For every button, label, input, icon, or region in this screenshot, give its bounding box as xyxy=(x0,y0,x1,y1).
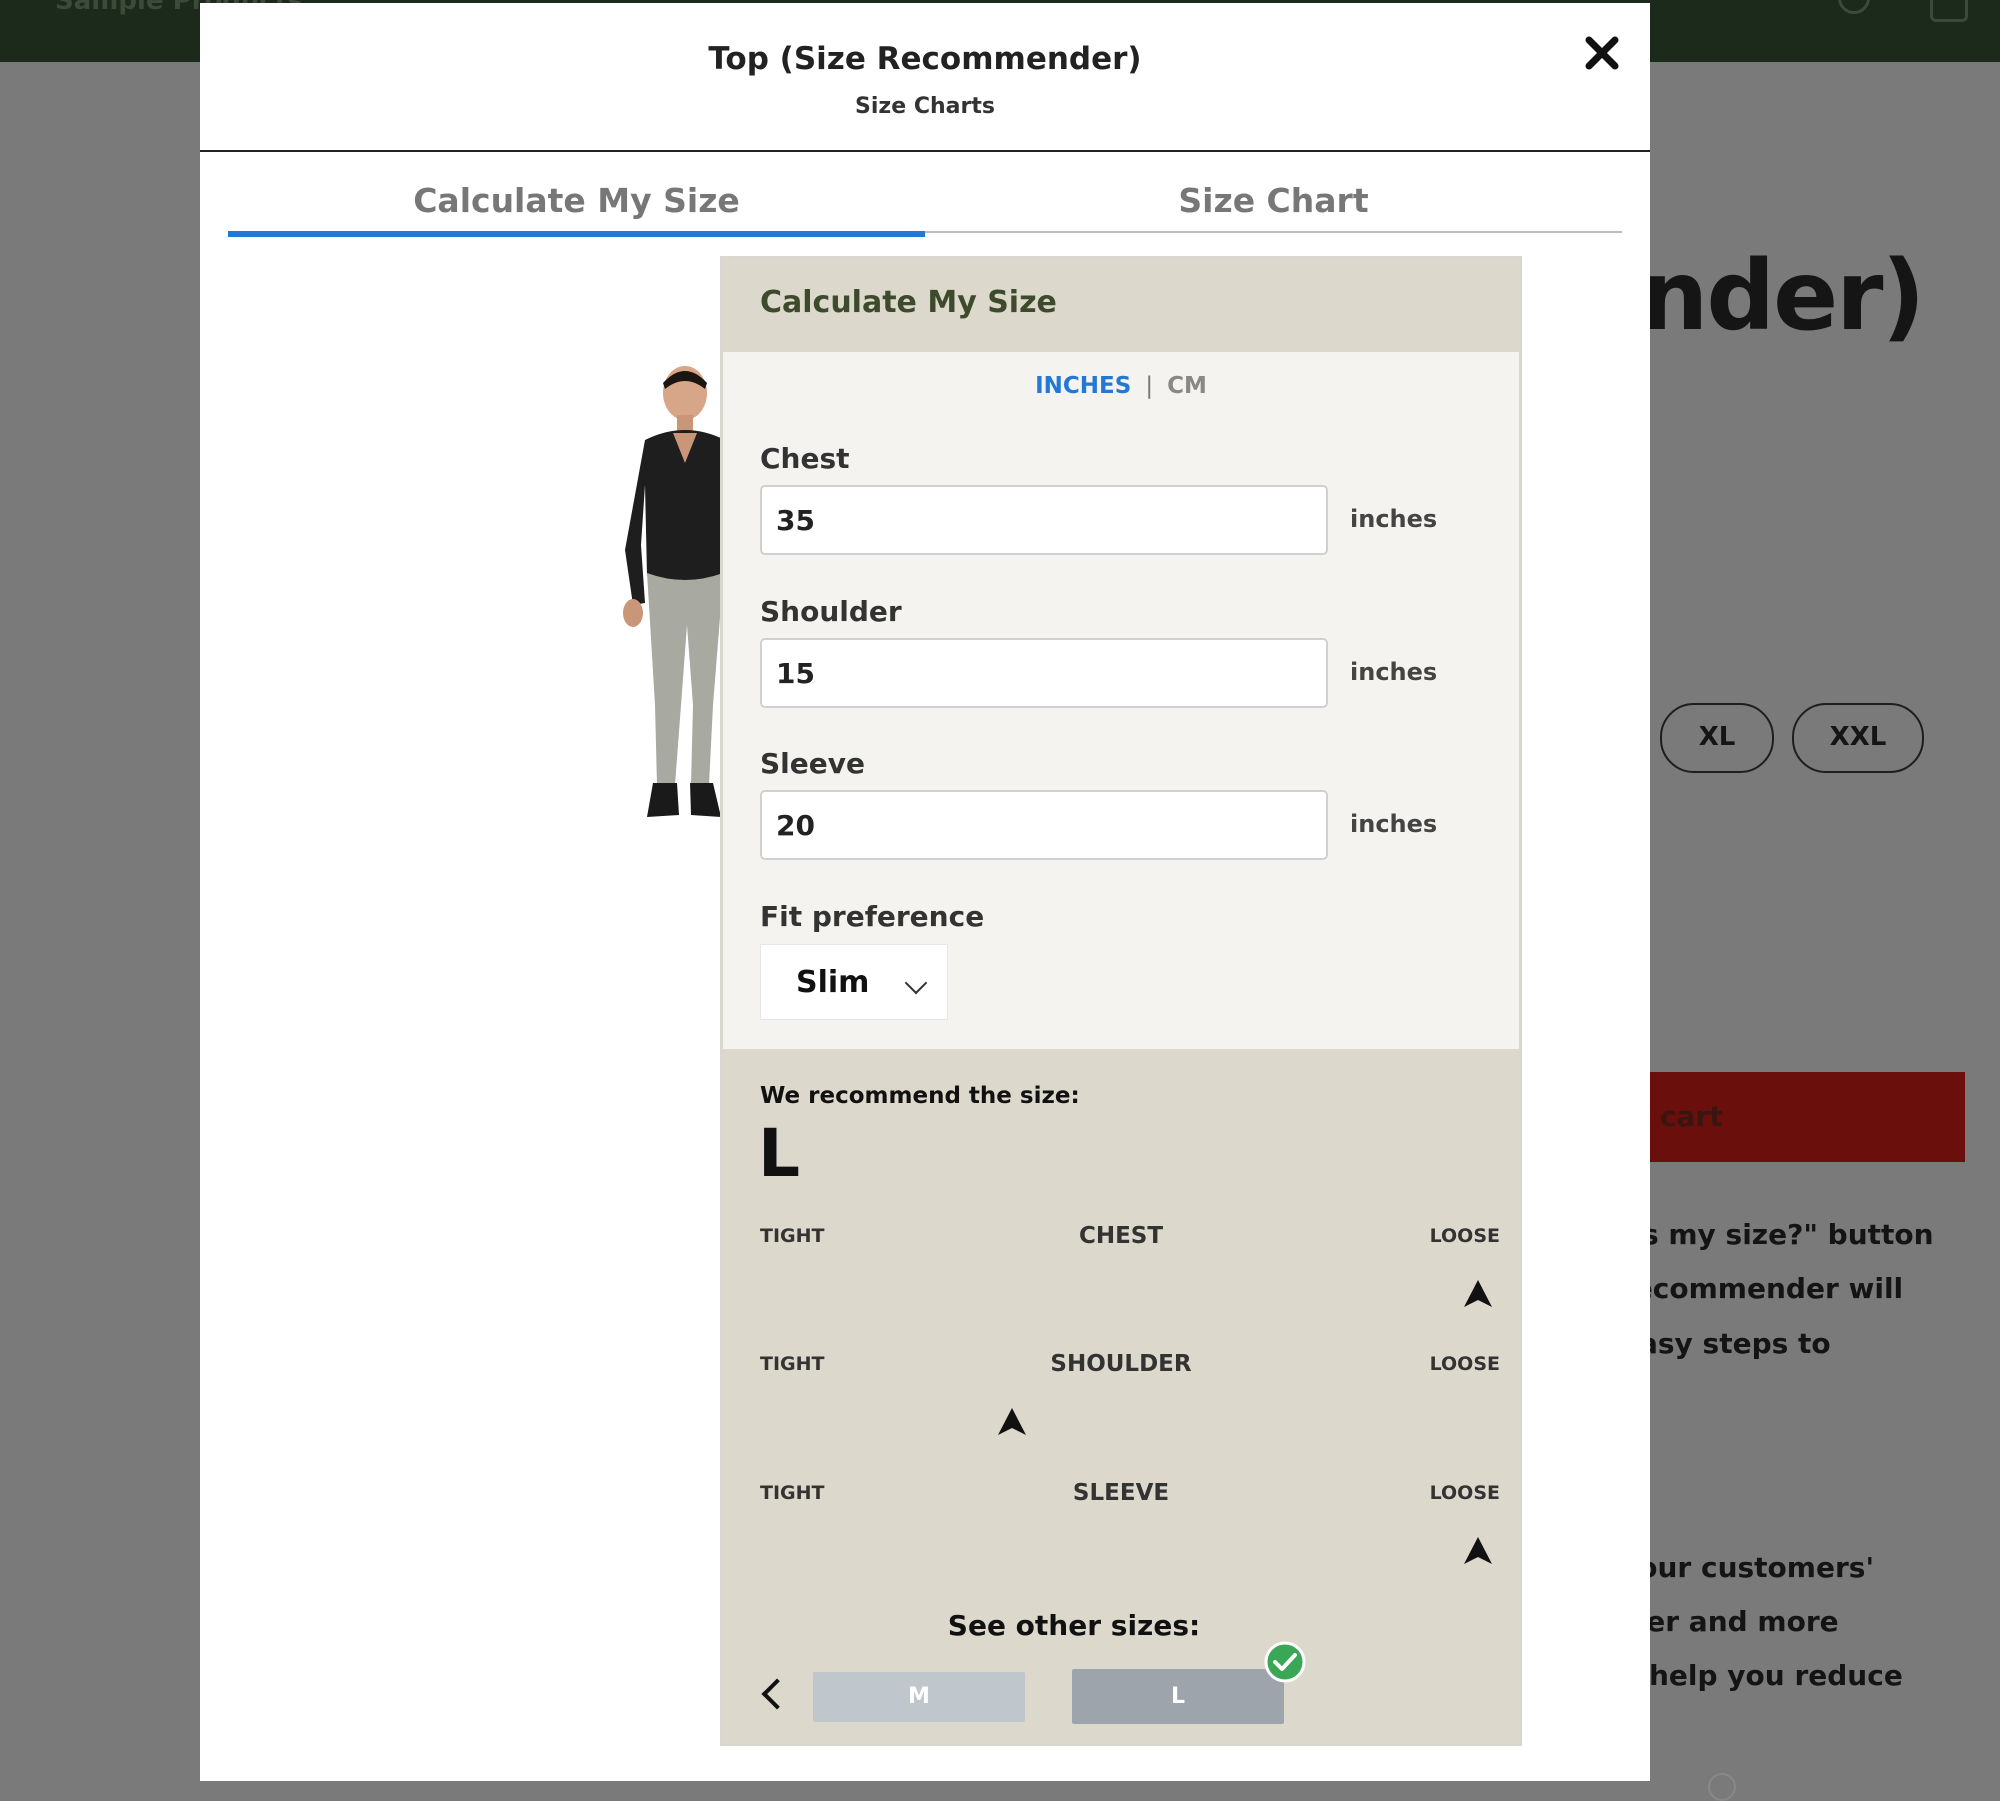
panel-title: Calculate My Size xyxy=(760,285,1057,320)
size-chip-m[interactable]: M xyxy=(813,1672,1025,1722)
size-chip-l[interactable]: L xyxy=(1072,1669,1284,1724)
calculate-panel: Calculate My Size INCHES | CM Chest inches… xyxy=(720,256,1522,1746)
sleeve-unit: inches xyxy=(1350,810,1438,838)
fit-row-name: SLEEVE xyxy=(1072,1480,1170,1506)
description-line: o help you reduce xyxy=(1620,1659,1903,1692)
loose-label: LOOSE xyxy=(1429,1353,1500,1375)
chevron-left-icon[interactable] xyxy=(761,1678,793,1710)
size-recommender-modal: Top (Size Recommender) Size Charts Calcu… xyxy=(200,3,1736,1801)
loose-label: LOOSE xyxy=(1429,1482,1500,1504)
unit-separator: | xyxy=(1145,373,1154,399)
fit-marker-icon xyxy=(1463,1537,1492,1564)
fit-marker-icon xyxy=(997,1408,1026,1435)
sleeve-label: Sleeve xyxy=(760,747,865,780)
powered-by-icon xyxy=(1708,1773,1736,1801)
shoulder-input[interactable] xyxy=(760,638,1328,708)
chest-unit: inches xyxy=(1350,505,1438,533)
loose-label: LOOSE xyxy=(1429,1225,1500,1247)
chest-label: Chest xyxy=(760,442,850,475)
tab-size-chart[interactable]: Size Chart xyxy=(925,175,1622,233)
fit-row-name: SHOULDER xyxy=(1050,1351,1192,1377)
panel-header: Calculate My Size xyxy=(723,259,1519,352)
description-line: sier and more xyxy=(1620,1605,1839,1638)
shoulder-label: Shoulder xyxy=(760,595,902,628)
product-title: nder) xyxy=(1640,240,1925,352)
modal-subtitle: Size Charts xyxy=(855,94,995,119)
size-option-xxl[interactable]: XXL xyxy=(1792,703,1924,773)
cart-icon[interactable] xyxy=(1930,0,1968,22)
chest-input[interactable] xyxy=(760,485,1328,555)
unit-toggle: INCHES | CM xyxy=(723,373,1519,399)
modal-title: Top (Size Recommender) xyxy=(708,41,1142,77)
description-line: easy steps to xyxy=(1620,1327,1831,1360)
description-line: your customers' xyxy=(1620,1551,1875,1584)
fit-row-name: CHEST xyxy=(1078,1223,1164,1249)
fit-preference-label: Fit preference xyxy=(760,900,985,933)
unit-inches-option[interactable]: INCHES xyxy=(1035,373,1131,399)
recommendation-label: We recommend the size: xyxy=(760,1083,1080,1109)
description-line: t's my size?" button xyxy=(1620,1218,1934,1251)
sleeve-input[interactable] xyxy=(760,790,1328,860)
unit-cm-option[interactable]: CM xyxy=(1167,373,1207,399)
close-icon[interactable] xyxy=(1582,33,1622,73)
add-to-cart-button[interactable]: cart xyxy=(1620,1072,1965,1162)
search-icon[interactable] xyxy=(1838,0,1870,14)
fit-preference-select[interactable]: Slim xyxy=(760,944,948,1020)
header-divider xyxy=(200,150,1650,152)
check-circle-icon xyxy=(1264,1641,1306,1683)
description-line: recommender will xyxy=(1620,1272,1904,1305)
size-option-xl[interactable]: XL xyxy=(1660,703,1774,773)
fit-preference-value: Slim xyxy=(796,965,870,1000)
shoulder-unit: inches xyxy=(1350,658,1438,686)
recommended-size: L xyxy=(758,1115,801,1192)
tab-calculate-my-size[interactable]: Calculate My Size xyxy=(228,175,925,237)
chevron-down-icon xyxy=(904,971,928,995)
other-sizes-label: See other sizes: xyxy=(947,1609,1201,1642)
recommendation-section: We recommend the size: L TIGHT CHEST LOO… xyxy=(723,1049,1519,1743)
fit-marker-icon xyxy=(1463,1280,1492,1307)
